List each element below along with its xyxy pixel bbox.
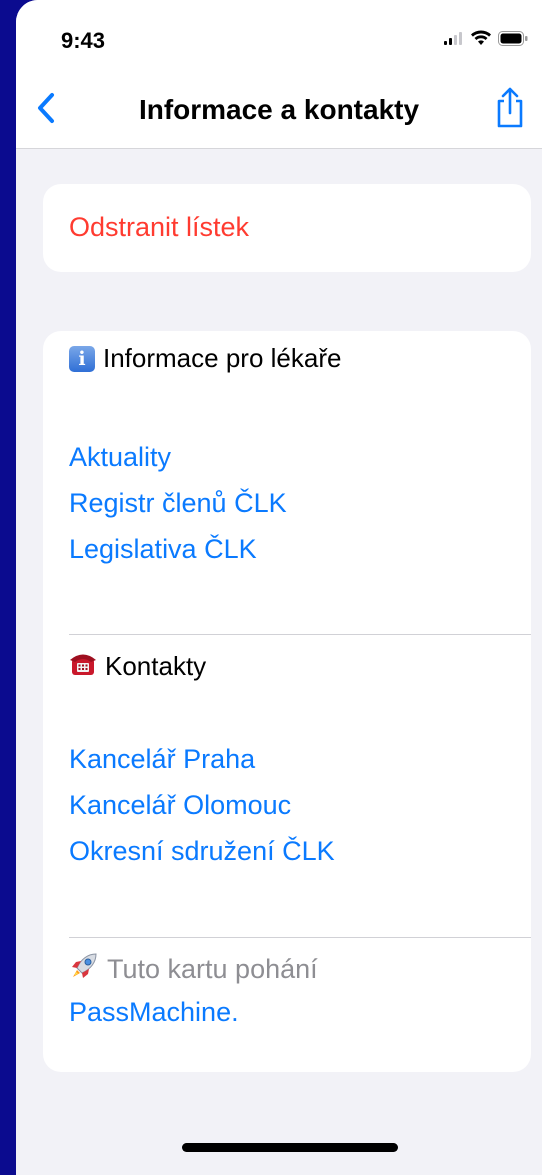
back-button[interactable] — [26, 88, 66, 132]
section-heading-label: Informace pro lékaře — [103, 343, 342, 373]
status-bar: 9:43 — [16, 0, 542, 80]
home-indicator — [182, 1143, 398, 1152]
link-aktuality[interactable]: Aktuality — [69, 442, 171, 473]
divider — [69, 937, 531, 938]
wifi-icon — [470, 30, 492, 51]
status-time: 9:43 — [61, 28, 106, 53]
share-button[interactable] — [488, 82, 532, 136]
page-title: Informace a kontakty — [138, 94, 420, 125]
footer-note: Tuto kartu pohání — [69, 951, 318, 988]
delete-card: Odstranit lístek — [43, 184, 531, 272]
footer-text: Tuto kartu pohání — [107, 954, 318, 984]
battery-icon — [498, 30, 528, 51]
navigation-bar: Informace a kontakty — [16, 80, 542, 149]
link-legislativa[interactable]: Legislativa ČLK — [69, 534, 257, 565]
chevron-left-icon — [37, 92, 55, 129]
status-icons — [444, 30, 528, 51]
app-screen: 9:43 Informace a kontakty Odstranit líst… — [16, 0, 542, 1175]
section-heading-contacts: Kontakty — [69, 649, 206, 684]
divider — [69, 634, 531, 635]
section-heading-label: Kontakty — [105, 651, 207, 681]
signal-icon — [444, 31, 464, 50]
telephone-icon — [69, 649, 97, 684]
info-card: i Informace pro lékaře Aktuality Registr… — [43, 331, 531, 1072]
link-registr-clenu[interactable]: Registr členů ČLK — [69, 488, 287, 519]
link-kancelar-praha[interactable]: Kancelář Praha — [69, 744, 255, 775]
delete-pass-button[interactable]: Odstranit lístek — [69, 212, 249, 243]
link-okresni-sdruzeni[interactable]: Okresní sdružení ČLK — [69, 836, 335, 867]
rocket-icon — [69, 951, 99, 988]
share-icon — [494, 86, 526, 133]
section-heading-info: i Informace pro lékaře — [69, 343, 341, 374]
info-icon: i — [69, 345, 95, 372]
link-passmachine[interactable]: PassMachine. — [69, 997, 239, 1028]
link-kancelar-olomouc[interactable]: Kancelář Olomouc — [69, 790, 291, 821]
